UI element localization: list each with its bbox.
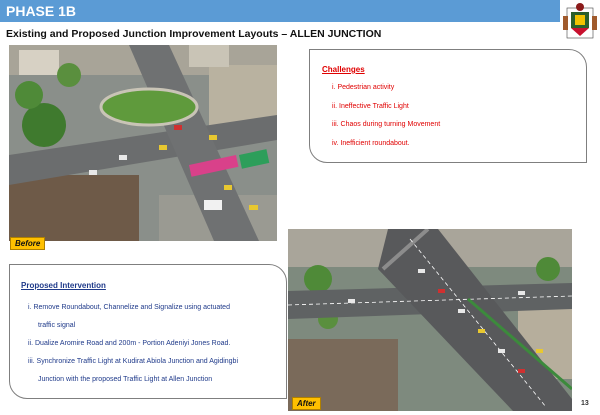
list-item-text: traffic signal [38,322,76,329]
slide-subtitle: Existing and Proposed Junction Improveme… [6,28,382,40]
list-item: ii. Ineffective Traffic Light [332,102,409,110]
state-seal-icon [563,3,597,39]
list-item-text: iii. Synchronize Traffic Light at Kudira… [28,358,238,365]
before-junction-photo [9,45,277,241]
proposed-list: i. Remove Roundabout, Channelize and Sig… [28,299,280,389]
page-title: PHASE 1B [6,3,77,19]
list-item: iii. Synchronize Traffic Light at Kudira… [28,353,280,389]
header-bar: PHASE 1B [0,0,560,22]
after-tag: After [292,397,321,410]
proposed-heading: Proposed Intervention [21,281,106,290]
list-item: ii. Dualize Aromire Road and 200m - Port… [28,340,231,347]
list-item: iii. Chaos during turning Movement [332,121,441,128]
proposed-intervention-box: Proposed Intervention i. Remove Roundabo… [9,264,287,399]
list-item-text: Junction with the proposed Traffic Light… [38,376,213,383]
list-item-text: i. Remove Roundabout, Channelize and Sig… [28,304,230,311]
page-number: 13 [581,400,589,407]
before-tag: Before [10,237,46,250]
list-item: iv. Inefficient roundabout. [332,139,410,147]
challenges-heading: Challenges [322,65,365,74]
challenges-box: Challenges i. Pedestrian activity ii. In… [309,49,587,163]
challenges-list: i. Pedestrian activity ii. Ineffective T… [332,84,440,158]
list-item: i. Pedestrian activity [332,84,395,91]
after-junction-render [288,229,572,411]
list-item: i. Remove Roundabout, Channelize and Sig… [28,299,280,335]
